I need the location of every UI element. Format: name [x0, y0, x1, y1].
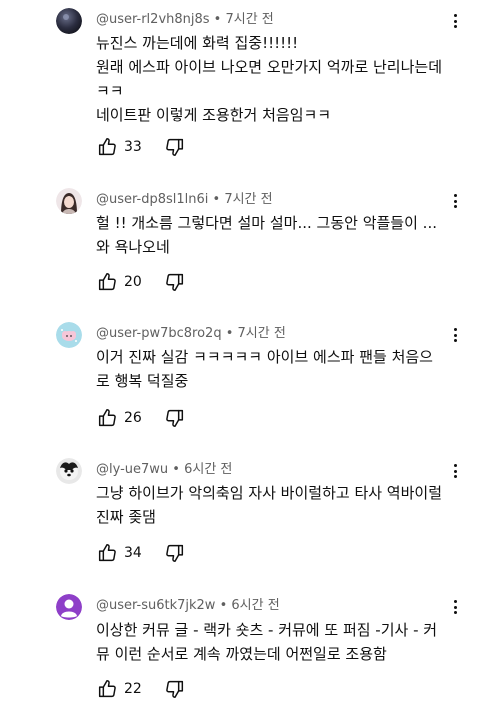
thumbs-down-icon[interactable]	[164, 542, 186, 564]
meta-separator: •	[215, 598, 232, 613]
comment-meta: @user-su6tk7jk2w • 6시간 전	[96, 594, 280, 613]
author-name[interactable]: @user-dp8sl1ln6i	[96, 192, 208, 207]
thumbs-down-icon[interactable]	[164, 271, 186, 293]
comment-line: 이상한 커뮤 글 - 랙카 숏츠 - 커뮤에 또 퍼짐 -기사 - 커	[96, 621, 438, 639]
comment-time[interactable]: 7시간 전	[238, 326, 286, 341]
comment-meta: @ly-ue7wu • 6시간 전	[96, 458, 232, 477]
thumbs-up-icon[interactable]	[96, 678, 118, 700]
comment-text: 헐 !! 개소름 그렇다면 설마 설마... 그동안 악플들이 ... 와 욕나…	[96, 211, 456, 259]
meta-separator: •	[221, 326, 238, 341]
thumbs-up-icon[interactable]	[96, 136, 118, 158]
thumbs-down-icon[interactable]	[164, 678, 186, 700]
like-count: 20	[124, 274, 142, 290]
comment-time[interactable]: 6시간 전	[231, 598, 279, 613]
comment-line: 네이트판 이렇게 조용한거 처음임ㅋㅋ	[96, 106, 332, 124]
avatar[interactable]	[56, 8, 82, 34]
comment-actions: 22	[96, 677, 186, 701]
comment-line: 뮤 이런 순서로 계속 까였는데 어쩐일로 조용함	[96, 645, 387, 663]
more-vert-icon[interactable]	[448, 462, 462, 480]
thumbs-down-icon[interactable]	[164, 136, 186, 158]
like-count: 33	[124, 139, 142, 155]
comment-line: ㅋㅋ	[96, 82, 124, 100]
comment-text: 이거 진짜 실감 ㅋㅋㅋㅋㅋ 아이브 에스파 팬들 처음으 로 행복 덕질중	[96, 345, 456, 393]
comment-actions: 20	[96, 270, 186, 294]
author-name[interactable]: @ly-ue7wu	[96, 462, 168, 477]
more-vert-icon[interactable]	[448, 192, 462, 210]
comment-line: 원래 에스파 아이브 나오면 오만가지 억까로 난리나는데	[96, 58, 443, 76]
author-name[interactable]: @user-rl2vh8nj8s	[96, 12, 210, 27]
like-count: 34	[124, 545, 142, 561]
like-count: 22	[124, 681, 142, 697]
avatar[interactable]	[56, 458, 82, 484]
thumbs-down-icon[interactable]	[164, 407, 186, 429]
comment-line: 로 행복 덕질중	[96, 372, 189, 390]
comment-text: 뉴진스 까는데에 화력 집중!!!!!! 원래 에스파 아이브 나오면 오만가지…	[96, 31, 456, 127]
thumbs-up-icon[interactable]	[96, 271, 118, 293]
more-vert-icon[interactable]	[448, 12, 462, 30]
thumbs-up-icon[interactable]	[96, 542, 118, 564]
comment-line: 이거 진짜 실감 ㅋㅋㅋㅋㅋ 아이브 에스파 팬들 처음으	[96, 348, 433, 366]
meta-separator: •	[209, 12, 226, 27]
avatar[interactable]	[56, 188, 82, 214]
comment-time[interactable]: 7시간 전	[224, 192, 272, 207]
comment-time[interactable]: 7시간 전	[225, 12, 273, 27]
more-vert-icon[interactable]	[448, 598, 462, 616]
comment-meta: @user-rl2vh8nj8s • 7시간 전	[96, 8, 274, 27]
more-vert-icon[interactable]	[448, 326, 462, 344]
comment-meta: @user-pw7bc8ro2q • 7시간 전	[96, 322, 286, 341]
comment-actions: 34	[96, 541, 186, 565]
comment-text: 이상한 커뮤 글 - 랙카 숏츠 - 커뮤에 또 퍼짐 -기사 - 커 뮤 이런…	[96, 618, 456, 666]
comment-actions: 33	[96, 135, 186, 159]
comment-line: 와 욕나오네	[96, 238, 170, 256]
comment-text: 그냥 하이브가 악의축임 자사 바이럴하고 타사 역바이럴 진짜 좆댐	[96, 481, 456, 529]
comment-meta: @user-dp8sl1ln6i • 7시간 전	[96, 188, 273, 207]
comment-line: 진짜 좆댐	[96, 508, 156, 526]
meta-separator: •	[168, 462, 185, 477]
like-count: 26	[124, 410, 142, 426]
meta-separator: •	[208, 192, 225, 207]
comment-actions: 26	[96, 406, 186, 430]
thumbs-up-icon[interactable]	[96, 407, 118, 429]
comment-line: 그냥 하이브가 악의축임 자사 바이럴하고 타사 역바이럴	[96, 484, 443, 502]
author-name[interactable]: @user-pw7bc8ro2q	[96, 326, 222, 341]
comment-time[interactable]: 6시간 전	[184, 462, 232, 477]
author-name[interactable]: @user-su6tk7jk2w	[96, 598, 215, 613]
avatar[interactable]	[56, 594, 82, 620]
comment-line: 헐 !! 개소름 그렇다면 설마 설마... 그동안 악플들이 ...	[96, 214, 437, 232]
avatar[interactable]	[56, 322, 82, 348]
comment-line: 뉴진스 까는데에 화력 집중!!!!!!	[96, 34, 299, 52]
